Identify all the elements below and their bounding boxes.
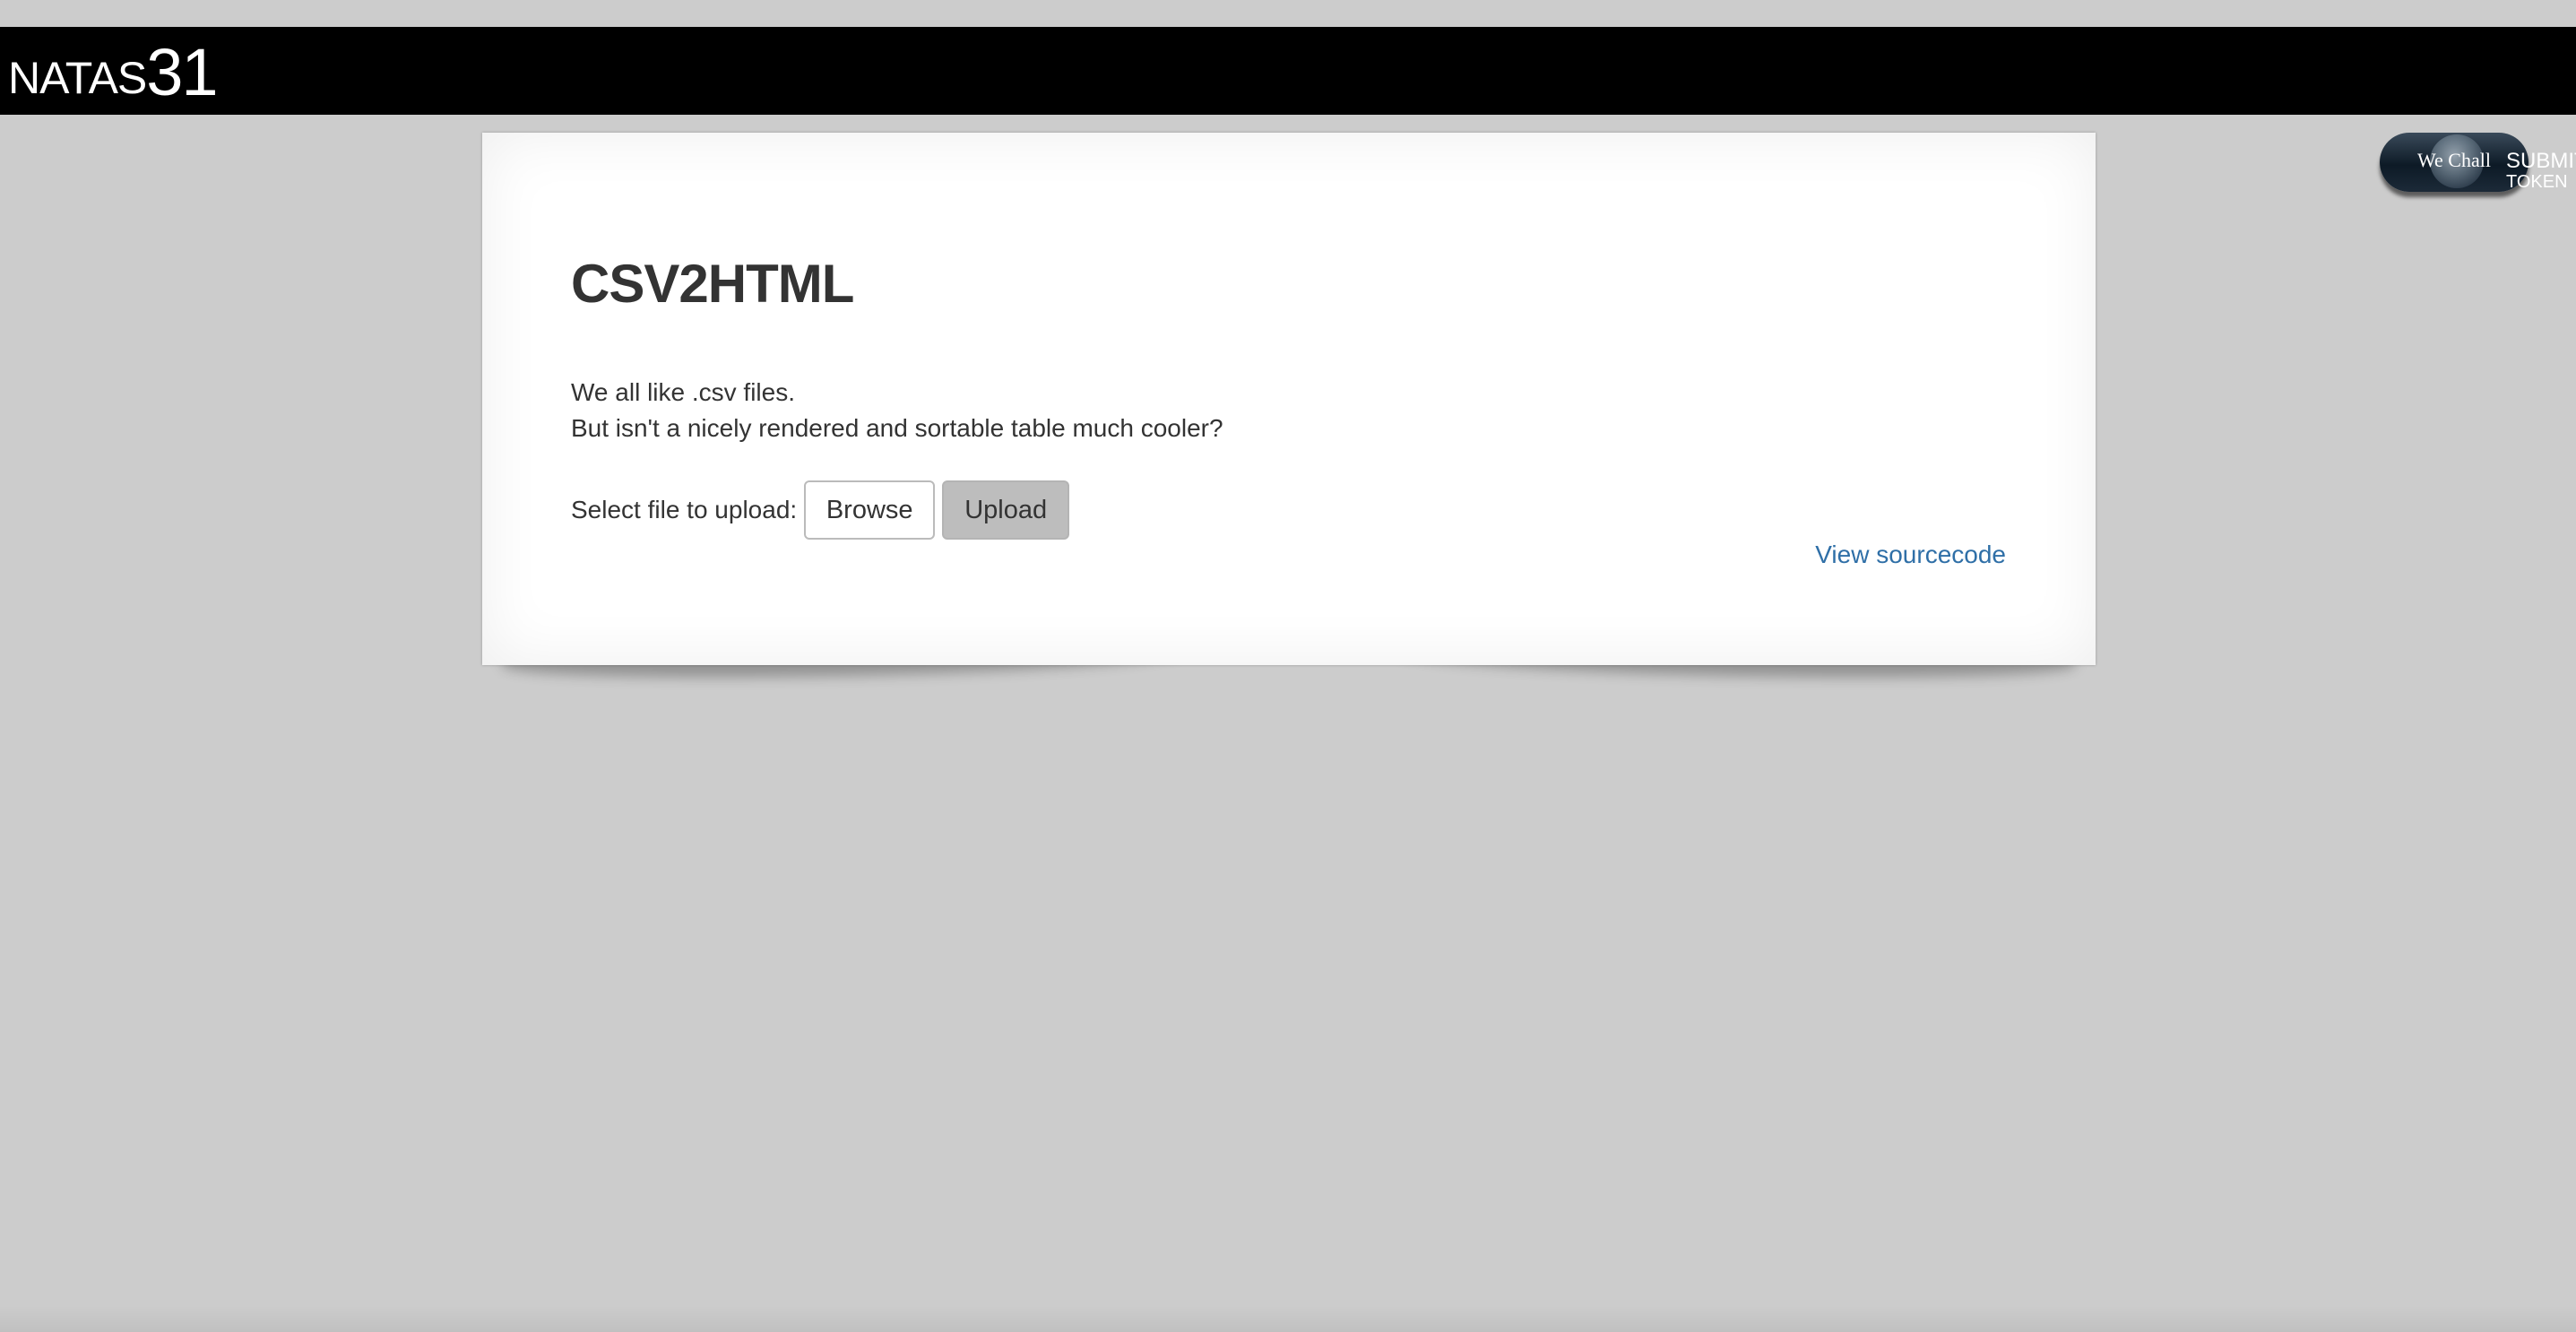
submit-token-link[interactable]: SUBMIT TOKEN	[2506, 149, 2576, 192]
browse-button[interactable]: Browse	[804, 480, 936, 540]
logo-name: NATAS	[8, 53, 147, 103]
upload-form: Select file to upload: Browse Upload	[571, 479, 1070, 541]
intro-text: We all like .csv files. But isn't a nice…	[571, 375, 1223, 446]
site-logo[interactable]: NATAS31	[8, 38, 219, 106]
submit-token-line2: TOKEN	[2506, 172, 2568, 192]
view-sourcecode-link[interactable]: View sourcecode	[1815, 541, 2006, 569]
upload-label: Select file to upload:	[571, 496, 798, 523]
header-bar: NATAS31	[0, 27, 2576, 115]
intro-line-2: But isn't a nicely rendered and sortable…	[571, 414, 1223, 442]
logo-level-number: 31	[146, 35, 218, 109]
submit-token-line1: SUBMIT	[2506, 149, 2576, 173]
page-title: CSV2HTML	[571, 254, 854, 314]
bottom-shade	[0, 1305, 2576, 1332]
content-card: CSV2HTML We all like .csv files. But isn…	[482, 133, 2096, 665]
intro-line-1: We all like .csv files.	[571, 378, 795, 406]
upload-button[interactable]: Upload	[942, 480, 1070, 540]
